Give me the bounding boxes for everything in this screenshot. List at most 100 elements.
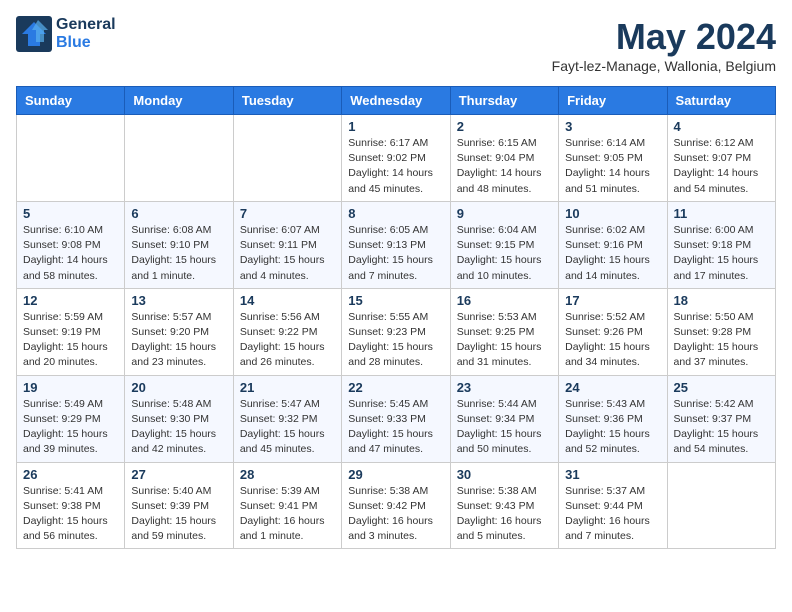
day-info: Sunrise: 6:08 AM Sunset: 9:10 PM Dayligh… (131, 223, 226, 284)
calendar-week-4: 19Sunrise: 5:49 AM Sunset: 9:29 PM Dayli… (17, 375, 776, 462)
day-number: 28 (240, 467, 335, 482)
day-info: Sunrise: 6:17 AM Sunset: 9:02 PM Dayligh… (348, 136, 443, 197)
calendar-cell: 7 Sunrise: 6:07 AM Sunset: 9:11 PM Daylig… (233, 201, 341, 288)
day-number: 19 (23, 380, 118, 395)
day-info: Sunrise: 5:59 AM Sunset: 9:19 PM Dayligh… (23, 310, 118, 371)
header-thursday: Thursday (450, 87, 558, 115)
day-info: Sunrise: 5:38 AM Sunset: 9:42 PM Dayligh… (348, 484, 443, 545)
day-info: Sunrise: 5:52 AM Sunset: 9:26 PM Dayligh… (565, 310, 660, 371)
calendar-cell: 24Sunrise: 5:43 AM Sunset: 9:36 PM Dayli… (559, 375, 667, 462)
day-number: 18 (674, 293, 769, 308)
day-info: Sunrise: 5:55 AM Sunset: 9:23 PM Dayligh… (348, 310, 443, 371)
day-info: Sunrise: 6:04 AM Sunset: 9:15 PM Dayligh… (457, 223, 552, 284)
day-info: Sunrise: 6:14 AM Sunset: 9:05 PM Dayligh… (565, 136, 660, 197)
calendar-cell: 25 Sunrise: 5:42 AM Sunset: 9:37 PM Dayli… (667, 375, 775, 462)
calendar-cell: 5 Sunrise: 6:10 AM Sunset: 9:08 PM Daylig… (17, 201, 125, 288)
calendar-cell: 13 Sunrise: 5:57 AM Sunset: 9:20 PM Dayli… (125, 288, 233, 375)
day-number: 5 (23, 206, 118, 221)
calendar-table: SundayMondayTuesdayWednesdayThursdayFrid… (16, 86, 776, 549)
day-info: Sunrise: 6:02 AM Sunset: 9:16 PM Dayligh… (565, 223, 660, 284)
calendar-cell: 22 Sunrise: 5:45 AM Sunset: 9:33 PM Dayli… (342, 375, 450, 462)
calendar-cell: 26 Sunrise: 5:41 AM Sunset: 9:38 PM Dayli… (17, 462, 125, 549)
calendar-cell: 3 Sunrise: 6:14 AM Sunset: 9:05 PM Daylig… (559, 115, 667, 202)
logo: General Blue (16, 16, 116, 52)
calendar-cell: 17Sunrise: 5:52 AM Sunset: 9:26 PM Dayli… (559, 288, 667, 375)
calendar-week-1: 1 Sunrise: 6:17 AM Sunset: 9:02 PM Daylig… (17, 115, 776, 202)
day-info: Sunrise: 5:56 AM Sunset: 9:22 PM Dayligh… (240, 310, 335, 371)
header-sunday: Sunday (17, 87, 125, 115)
header-friday: Friday (559, 87, 667, 115)
logo-general: General (56, 16, 116, 34)
calendar-cell: 29 Sunrise: 5:38 AM Sunset: 9:42 PM Dayli… (342, 462, 450, 549)
header-monday: Monday (125, 87, 233, 115)
month-title: May 2024 (552, 16, 776, 58)
day-number: 16 (457, 293, 552, 308)
day-number: 10 (565, 206, 660, 221)
calendar-cell: 23Sunrise: 5:44 AM Sunset: 9:34 PM Dayli… (450, 375, 558, 462)
logo-blue: Blue (56, 34, 116, 52)
day-number: 26 (23, 467, 118, 482)
calendar-cell (667, 462, 775, 549)
calendar-cell: 11 Sunrise: 6:00 AM Sunset: 9:18 PM Dayli… (667, 201, 775, 288)
day-info: Sunrise: 5:47 AM Sunset: 9:32 PM Dayligh… (240, 397, 335, 458)
day-info: Sunrise: 6:12 AM Sunset: 9:07 PM Dayligh… (674, 136, 769, 197)
day-info: Sunrise: 5:50 AM Sunset: 9:28 PM Dayligh… (674, 310, 769, 371)
day-info: Sunrise: 5:57 AM Sunset: 9:20 PM Dayligh… (131, 310, 226, 371)
day-number: 6 (131, 206, 226, 221)
calendar-cell: 30 Sunrise: 5:38 AM Sunset: 9:43 PM Dayli… (450, 462, 558, 549)
page-header: General Blue May 2024 Fayt-lez-Manage, W… (16, 16, 776, 74)
day-info: Sunrise: 5:41 AM Sunset: 9:38 PM Dayligh… (23, 484, 118, 545)
day-info: Sunrise: 6:00 AM Sunset: 9:18 PM Dayligh… (674, 223, 769, 284)
day-number: 13 (131, 293, 226, 308)
calendar-cell (233, 115, 341, 202)
calendar-week-5: 26 Sunrise: 5:41 AM Sunset: 9:38 PM Dayli… (17, 462, 776, 549)
day-info: Sunrise: 5:39 AM Sunset: 9:41 PM Dayligh… (240, 484, 335, 545)
day-number: 22 (348, 380, 443, 395)
day-number: 2 (457, 119, 552, 134)
calendar-cell: 19Sunrise: 5:49 AM Sunset: 9:29 PM Dayli… (17, 375, 125, 462)
calendar-cell: 9 Sunrise: 6:04 AM Sunset: 9:15 PM Daylig… (450, 201, 558, 288)
calendar-cell: 6 Sunrise: 6:08 AM Sunset: 9:10 PM Daylig… (125, 201, 233, 288)
calendar-cell: 20Sunrise: 5:48 AM Sunset: 9:30 PM Dayli… (125, 375, 233, 462)
calendar-cell (17, 115, 125, 202)
day-number: 9 (457, 206, 552, 221)
logo-icon (16, 16, 52, 52)
day-info: Sunrise: 6:15 AM Sunset: 9:04 PM Dayligh… (457, 136, 552, 197)
day-info: Sunrise: 6:07 AM Sunset: 9:11 PM Dayligh… (240, 223, 335, 284)
day-info: Sunrise: 5:37 AM Sunset: 9:44 PM Dayligh… (565, 484, 660, 545)
calendar-cell: 31Sunrise: 5:37 AM Sunset: 9:44 PM Dayli… (559, 462, 667, 549)
calendar-cell: 2 Sunrise: 6:15 AM Sunset: 9:04 PM Daylig… (450, 115, 558, 202)
day-info: Sunrise: 6:05 AM Sunset: 9:13 PM Dayligh… (348, 223, 443, 284)
day-number: 15 (348, 293, 443, 308)
header-wednesday: Wednesday (342, 87, 450, 115)
day-info: Sunrise: 6:10 AM Sunset: 9:08 PM Dayligh… (23, 223, 118, 284)
header-saturday: Saturday (667, 87, 775, 115)
day-number: 25 (674, 380, 769, 395)
calendar-cell: 15 Sunrise: 5:55 AM Sunset: 9:23 PM Dayli… (342, 288, 450, 375)
day-number: 8 (348, 206, 443, 221)
day-number: 11 (674, 206, 769, 221)
day-info: Sunrise: 5:45 AM Sunset: 9:33 PM Dayligh… (348, 397, 443, 458)
calendar-cell: 10 Sunrise: 6:02 AM Sunset: 9:16 PM Dayli… (559, 201, 667, 288)
day-number: 12 (23, 293, 118, 308)
day-number: 30 (457, 467, 552, 482)
day-number: 20 (131, 380, 226, 395)
day-number: 7 (240, 206, 335, 221)
day-info: Sunrise: 5:38 AM Sunset: 9:43 PM Dayligh… (457, 484, 552, 545)
day-info: Sunrise: 5:43 AM Sunset: 9:36 PM Dayligh… (565, 397, 660, 458)
calendar-cell: 18 Sunrise: 5:50 AM Sunset: 9:28 PM Dayli… (667, 288, 775, 375)
day-number: 1 (348, 119, 443, 134)
location: Fayt-lez-Manage, Wallonia, Belgium (552, 58, 776, 74)
day-info: Sunrise: 5:42 AM Sunset: 9:37 PM Dayligh… (674, 397, 769, 458)
day-number: 29 (348, 467, 443, 482)
day-info: Sunrise: 5:40 AM Sunset: 9:39 PM Dayligh… (131, 484, 226, 545)
calendar-cell: 21 Sunrise: 5:47 AM Sunset: 9:32 PM Dayli… (233, 375, 341, 462)
calendar-cell: 8 Sunrise: 6:05 AM Sunset: 9:13 PM Daylig… (342, 201, 450, 288)
calendar-header-row: SundayMondayTuesdayWednesdayThursdayFrid… (17, 87, 776, 115)
calendar-cell: 4Sunrise: 6:12 AM Sunset: 9:07 PM Daylig… (667, 115, 775, 202)
title-block: May 2024 Fayt-lez-Manage, Wallonia, Belg… (552, 16, 776, 74)
day-number: 21 (240, 380, 335, 395)
calendar-cell (125, 115, 233, 202)
calendar-week-2: 5 Sunrise: 6:10 AM Sunset: 9:08 PM Daylig… (17, 201, 776, 288)
day-number: 3 (565, 119, 660, 134)
